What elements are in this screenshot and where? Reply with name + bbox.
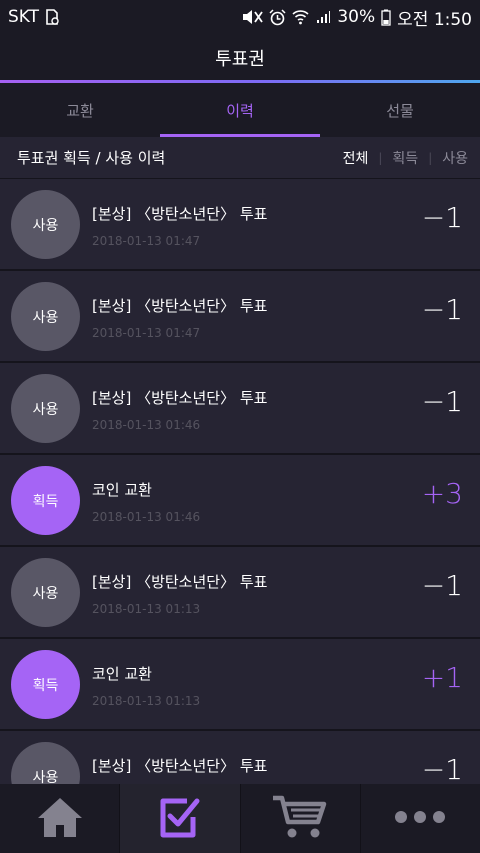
item-title: 코인 교환 [92,481,152,499]
nav-vote[interactable] [120,784,241,853]
cart-icon [271,794,329,844]
filter-use[interactable]: 사용 [442,148,468,168]
item-date: 2018-01-13 01:46 [92,510,201,524]
filter-divider: | [428,150,433,165]
tab-gift[interactable]: 선물 [320,83,480,137]
item-title: [본상] 〈방탄소년단〉 투표 [92,757,268,775]
history-title: 투표권 획득 / 사용 이력 [17,149,166,167]
history-filters: 전체 | 획득 | 사용 [343,148,468,168]
type-badge: 사용 [11,282,80,351]
item-amount: −1 [421,293,463,326]
list-item[interactable]: 획득 코인 교환 2018-01-13 01:13 +1 [0,639,480,731]
tab-history[interactable]: 이력 [160,83,320,137]
item-title: [본상] 〈방탄소년단〉 투표 [92,573,268,591]
filter-divider: | [378,150,383,165]
item-amount: +3 [421,477,463,510]
status-bar: SKT 30% 오전 1:50 [0,0,480,34]
list-item[interactable]: 획득 코인 교환 2018-01-13 01:46 +3 [0,455,480,547]
nav-home[interactable] [0,784,121,853]
type-badge: 사용 [11,374,80,443]
battery-percent: 30% [337,7,376,27]
tab-bar: 교환 이력 선물 [0,83,480,137]
type-badge: 사용 [11,558,80,627]
status-right-group: 30% 오전 1:50 [241,5,472,30]
home-icon [36,795,84,843]
page-title: 투표권 [215,48,265,70]
item-title: [본상] 〈방탄소년단〉 투표 [92,297,268,315]
item-amount: −1 [421,569,463,602]
more-icon [394,809,446,828]
battery-icon [381,9,391,26]
item-date: 2018-01-13 01:13 [92,694,201,708]
item-date: 2018-01-13 01:47 [92,234,201,248]
sim-icon [45,9,59,25]
nav-more[interactable] [361,784,480,853]
tab-history-label: 이력 [226,101,254,120]
history-list: 사용 [본상] 〈방탄소년단〉 투표 2018-01-13 01:47 −1 사용… [0,179,480,784]
list-item[interactable]: 사용 [본상] 〈방탄소년단〉 투표 −1 [0,731,480,784]
bottom-nav [0,784,480,853]
list-item[interactable]: 사용 [본상] 〈방탄소년단〉 투표 2018-01-13 01:46 −1 [0,363,480,455]
item-title: 코인 교환 [92,665,152,683]
filter-gain[interactable]: 획득 [392,148,418,168]
item-date: 2018-01-13 01:46 [92,418,201,432]
item-title: [본상] 〈방탄소년단〉 투표 [92,205,268,223]
tab-exchange-label: 교환 [66,101,94,120]
item-amount: −1 [421,753,463,784]
carrier-label: SKT [8,7,40,27]
type-badge: 사용 [11,742,80,784]
status-carrier-group: SKT [8,7,59,27]
type-badge: 획득 [11,466,80,535]
mute-icon [241,9,264,25]
signal-icon [315,9,331,25]
item-title: [본상] 〈방탄소년단〉 투표 [92,389,268,407]
item-date: 2018-01-13 01:47 [92,326,201,340]
item-amount: +1 [421,661,463,694]
tab-exchange[interactable]: 교환 [0,83,160,137]
list-item[interactable]: 사용 [본상] 〈방탄소년단〉 투표 2018-01-13 01:13 −1 [0,547,480,639]
status-time: 오전 1:50 [397,9,472,30]
app-bar: 투표권 [0,34,480,81]
item-amount: −1 [421,201,463,234]
vote-check-icon [157,795,203,843]
type-badge: 사용 [11,190,80,259]
list-item[interactable]: 사용 [본상] 〈방탄소년단〉 투표 2018-01-13 01:47 −1 [0,179,480,271]
nav-shop[interactable] [241,784,361,853]
list-item[interactable]: 사용 [본상] 〈방탄소년단〉 투표 2018-01-13 01:47 −1 [0,271,480,363]
filter-all[interactable]: 전체 [343,148,369,168]
item-amount: −1 [421,385,463,418]
tab-gift-label: 선물 [386,101,414,120]
type-badge: 획득 [11,650,80,719]
alarm-icon [269,8,286,26]
wifi-icon [292,9,309,25]
history-header: 투표권 획득 / 사용 이력 전체 | 획득 | 사용 [0,137,480,179]
item-date: 2018-01-13 01:13 [92,602,201,616]
